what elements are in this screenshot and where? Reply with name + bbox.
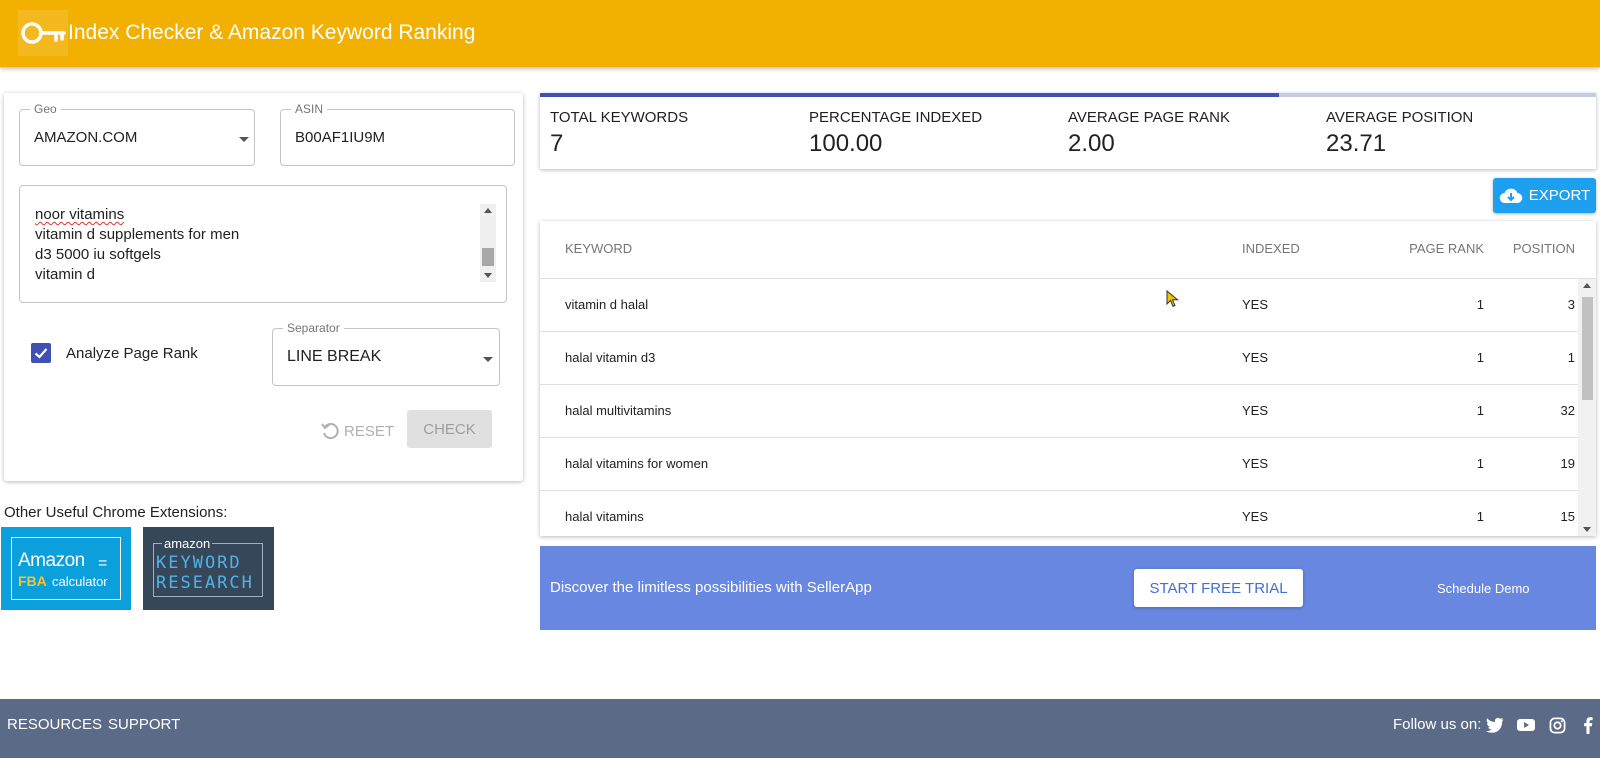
indexed-cell: YES bbox=[1242, 297, 1269, 312]
youtube-icon[interactable] bbox=[1517, 717, 1535, 738]
table-row[interactable]: halal multivitamins YES 1 32 bbox=[540, 385, 1578, 438]
page-rank-cell: 1 bbox=[1476, 456, 1484, 471]
fba-label: FBA bbox=[18, 573, 47, 589]
fba-calculator-extension[interactable]: Amazon = FBA calculator bbox=[1, 527, 131, 610]
results-table: KEYWORD INDEXED PAGE RANK POSITION vitam… bbox=[540, 221, 1596, 536]
textarea-scrollbar[interactable] bbox=[480, 204, 496, 282]
scroll-down-icon[interactable] bbox=[484, 273, 492, 278]
schedule-demo-link[interactable]: Schedule Demo bbox=[1437, 581, 1530, 596]
indexed-cell: YES bbox=[1242, 403, 1269, 418]
position-cell: 3 bbox=[1567, 297, 1575, 312]
reset-icon bbox=[321, 423, 339, 440]
position-cell: 15 bbox=[1560, 509, 1575, 524]
stat-average-position: AVERAGE POSITION 23.71 bbox=[1326, 109, 1474, 157]
table-row[interactable]: halal vitamin d3 YES 1 1 bbox=[540, 332, 1578, 385]
stat-average-page-rank: AVERAGE PAGE RANK 2.00 bbox=[1068, 109, 1230, 157]
promo-banner: Discover the limitless possibilities wit… bbox=[540, 546, 1596, 630]
twitter-icon[interactable] bbox=[1486, 717, 1504, 738]
keyword-cell: halal multivitamins bbox=[565, 403, 672, 418]
asin-label: ASIN bbox=[291, 102, 328, 116]
cloud-download-icon bbox=[1499, 188, 1523, 203]
promo-text: Discover the limitless possibilities wit… bbox=[550, 579, 872, 596]
column-header-position[interactable]: POSITION bbox=[1480, 241, 1575, 256]
progress-fill bbox=[540, 93, 1280, 97]
asin-field[interactable]: ASIN B00AF1IU9M bbox=[280, 102, 515, 166]
table-row[interactable]: halal vitamins YES 1 15 bbox=[540, 491, 1578, 536]
table-row[interactable]: halal vitamins for women YES 1 19 bbox=[540, 438, 1578, 491]
page-rank-cell: 1 bbox=[1476, 509, 1484, 524]
calculator-label: calculator bbox=[52, 574, 108, 589]
position-cell: 1 bbox=[1567, 350, 1575, 365]
keyword-line: vitamin d bbox=[35, 266, 96, 283]
separator-select[interactable]: Separator LINE BREAK bbox=[272, 321, 500, 386]
position-cell: 19 bbox=[1560, 456, 1575, 471]
chevron-down-icon bbox=[239, 137, 249, 142]
export-button[interactable]: EXPORT bbox=[1493, 178, 1596, 213]
keyword-cell: vitamin d halal bbox=[565, 297, 649, 312]
app-title: Index Checker & Amazon Keyword Ranking bbox=[68, 21, 476, 44]
geo-value: AMAZON.COM bbox=[34, 129, 138, 146]
mouse-cursor-icon bbox=[1166, 289, 1180, 313]
separator-value: LINE BREAK bbox=[287, 348, 382, 365]
fba-title: Amazon bbox=[18, 550, 85, 571]
keyword-line: d3 5000 iu softgels bbox=[35, 246, 161, 263]
export-label: EXPORT bbox=[1528, 187, 1591, 204]
position-cell: 32 bbox=[1560, 403, 1575, 418]
geo-label: Geo bbox=[30, 102, 61, 116]
stats-summary: TOTAL KEYWORDS 7 PERCENTAGE INDEXED 100.… bbox=[540, 93, 1596, 169]
stat-percentage-indexed: PERCENTAGE INDEXED 100.00 bbox=[809, 109, 983, 157]
indexed-cell: YES bbox=[1242, 509, 1269, 524]
keyword-cell: halal vitamins for women bbox=[565, 456, 709, 471]
support-link[interactable]: SUPPORT bbox=[108, 716, 180, 733]
page-rank-cell: 1 bbox=[1476, 350, 1484, 365]
follow-us-label: Follow us on: bbox=[1393, 716, 1482, 733]
key-icon bbox=[18, 10, 68, 56]
keyword-research-extension[interactable]: amazon KEYWORD RESEARCH bbox=[143, 527, 274, 610]
chevron-down-icon bbox=[483, 357, 493, 362]
keywords-textarea[interactable]: noor vitamins vitamin d supplements for … bbox=[19, 185, 507, 303]
scroll-up-icon[interactable] bbox=[1583, 283, 1591, 288]
facebook-icon[interactable] bbox=[1583, 717, 1593, 739]
page-rank-cell: 1 bbox=[1476, 297, 1484, 312]
resources-link[interactable]: RESOURCES bbox=[7, 716, 102, 733]
asin-value: B00AF1IU9M bbox=[295, 129, 386, 146]
keyword-line: vitamin d supplements for men bbox=[35, 226, 240, 243]
page-rank-cell: 1 bbox=[1476, 403, 1484, 418]
scroll-up-icon[interactable] bbox=[484, 208, 492, 213]
check-button[interactable]: CHECK bbox=[407, 410, 492, 448]
footer: RESOURCES SUPPORT Follow us on: bbox=[0, 699, 1600, 758]
start-free-trial-button[interactable]: START FREE TRIAL bbox=[1134, 569, 1303, 607]
analyze-page-rank-checkbox[interactable] bbox=[31, 343, 51, 363]
column-header-indexed[interactable]: INDEXED bbox=[1242, 241, 1300, 256]
scroll-thumb[interactable] bbox=[1582, 297, 1593, 400]
keyword-cell: halal vitamins bbox=[565, 509, 644, 524]
app-header: Index Checker & Amazon Keyword Ranking bbox=[0, 0, 1600, 67]
checkmark-icon bbox=[34, 348, 48, 359]
analyze-page-rank-label: Analyze Page Rank bbox=[66, 345, 198, 362]
kr-keyword-label: KEYWORD bbox=[156, 553, 242, 573]
table-row[interactable]: vitamin d halal YES 1 3 bbox=[540, 279, 1578, 332]
kr-amazon-label: amazon bbox=[162, 536, 213, 551]
checker-form: Geo AMAZON.COM ASIN B00AF1IU9M noor vita… bbox=[4, 93, 523, 481]
scroll-thumb[interactable] bbox=[482, 248, 494, 266]
keyword-cell: halal vitamin d3 bbox=[565, 350, 656, 365]
extensions-label: Other Useful Chrome Extensions: bbox=[4, 504, 228, 521]
reset-label: RESET bbox=[344, 422, 395, 440]
column-header-keyword[interactable]: KEYWORD bbox=[565, 241, 632, 256]
equals-icon: = bbox=[98, 555, 108, 572]
geo-select[interactable]: Geo AMAZON.COM bbox=[19, 102, 255, 166]
indexed-cell: YES bbox=[1242, 456, 1269, 471]
indexed-cell: YES bbox=[1242, 350, 1269, 365]
kr-research-label: RESEARCH bbox=[156, 573, 254, 593]
instagram-icon[interactable] bbox=[1549, 717, 1566, 739]
keyword-line: noor vitamins bbox=[35, 206, 125, 223]
stat-total-keywords: TOTAL KEYWORDS 7 bbox=[550, 109, 689, 157]
scroll-down-icon[interactable] bbox=[1583, 527, 1591, 532]
column-header-page-rank[interactable]: PAGE RANK bbox=[1372, 241, 1484, 256]
reset-button[interactable]: RESET bbox=[320, 416, 394, 446]
table-scrollbar[interactable] bbox=[1578, 279, 1596, 536]
separator-label: Separator bbox=[283, 321, 344, 335]
